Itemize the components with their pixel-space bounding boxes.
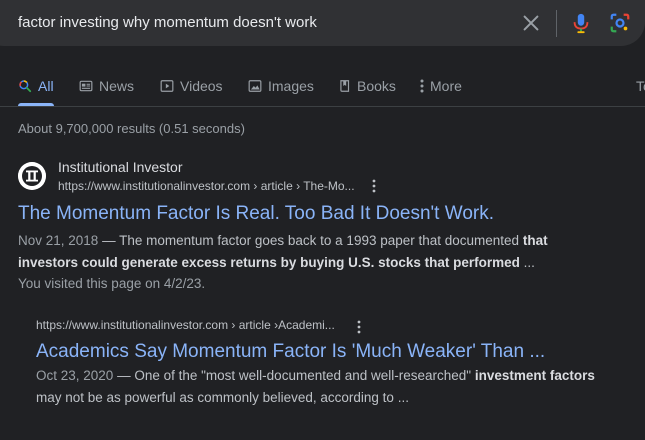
book-icon: [340, 80, 350, 92]
tab-label: Images: [268, 78, 314, 94]
result-url[interactable]: https://www.institutionalinvestor.com › …: [58, 179, 355, 193]
more-options-icon[interactable]: [367, 179, 381, 193]
tab-videos[interactable]: Videos: [160, 76, 223, 96]
search-icon: [19, 80, 32, 93]
more-options-icon[interactable]: [352, 320, 366, 334]
tab-label: Books: [357, 78, 396, 94]
tab-images[interactable]: Images: [248, 76, 314, 96]
result-snippet: Nov 21, 2018 — The momentum factor goes …: [18, 233, 548, 248]
result-title-link[interactable]: Academics Say Momentum Factor Is 'Much W…: [36, 341, 545, 363]
play-icon: [160, 80, 174, 92]
close-icon[interactable]: [520, 12, 542, 34]
tab-books[interactable]: Books: [339, 76, 396, 96]
tab-news[interactable]: News: [79, 76, 134, 96]
result-date: Oct 23, 2020: [36, 368, 114, 383]
result-url[interactable]: https://www.institutionalinvestor.com › …: [36, 318, 335, 332]
search-input[interactable]: factor investing why momentum doesn't wo…: [18, 14, 317, 31]
search-divider: [556, 10, 557, 37]
site-favicon[interactable]: [18, 162, 46, 190]
visited-note: You visited this page on 4/2/23.: [18, 276, 206, 291]
camera-search-icon[interactable]: [609, 12, 631, 34]
result-snippet: Oct 23, 2020 — One of the "most well-doc…: [36, 368, 595, 383]
search-tabs: All News Videos Images Books More T: [0, 66, 645, 106]
tab-tools[interactable]: To: [636, 76, 645, 96]
tabs-divider: [0, 106, 645, 107]
result-snippet-line2: may not be as powerful as commonly belie…: [36, 390, 409, 405]
result-stats: About 9,700,000 results (0.51 seconds): [18, 121, 245, 136]
image-icon: [248, 80, 262, 92]
tab-label: To: [636, 78, 645, 94]
tab-all[interactable]: All: [18, 76, 54, 96]
result-snippet-line2: investors could generate excess returns …: [18, 255, 535, 270]
tab-label: More: [430, 78, 462, 94]
more-vert-icon: [420, 79, 424, 93]
result-date: Nov 21, 2018: [18, 233, 99, 248]
tab-label: News: [99, 78, 135, 94]
result-title-link[interactable]: The Momentum Factor Is Real. Too Bad It …: [18, 203, 494, 225]
site-name[interactable]: Institutional Investor: [58, 159, 183, 175]
tab-label: All: [38, 78, 54, 94]
news-icon: [79, 80, 93, 92]
microphone-icon[interactable]: [570, 11, 592, 35]
tab-label: Videos: [180, 78, 223, 94]
tab-more[interactable]: More: [420, 76, 462, 96]
